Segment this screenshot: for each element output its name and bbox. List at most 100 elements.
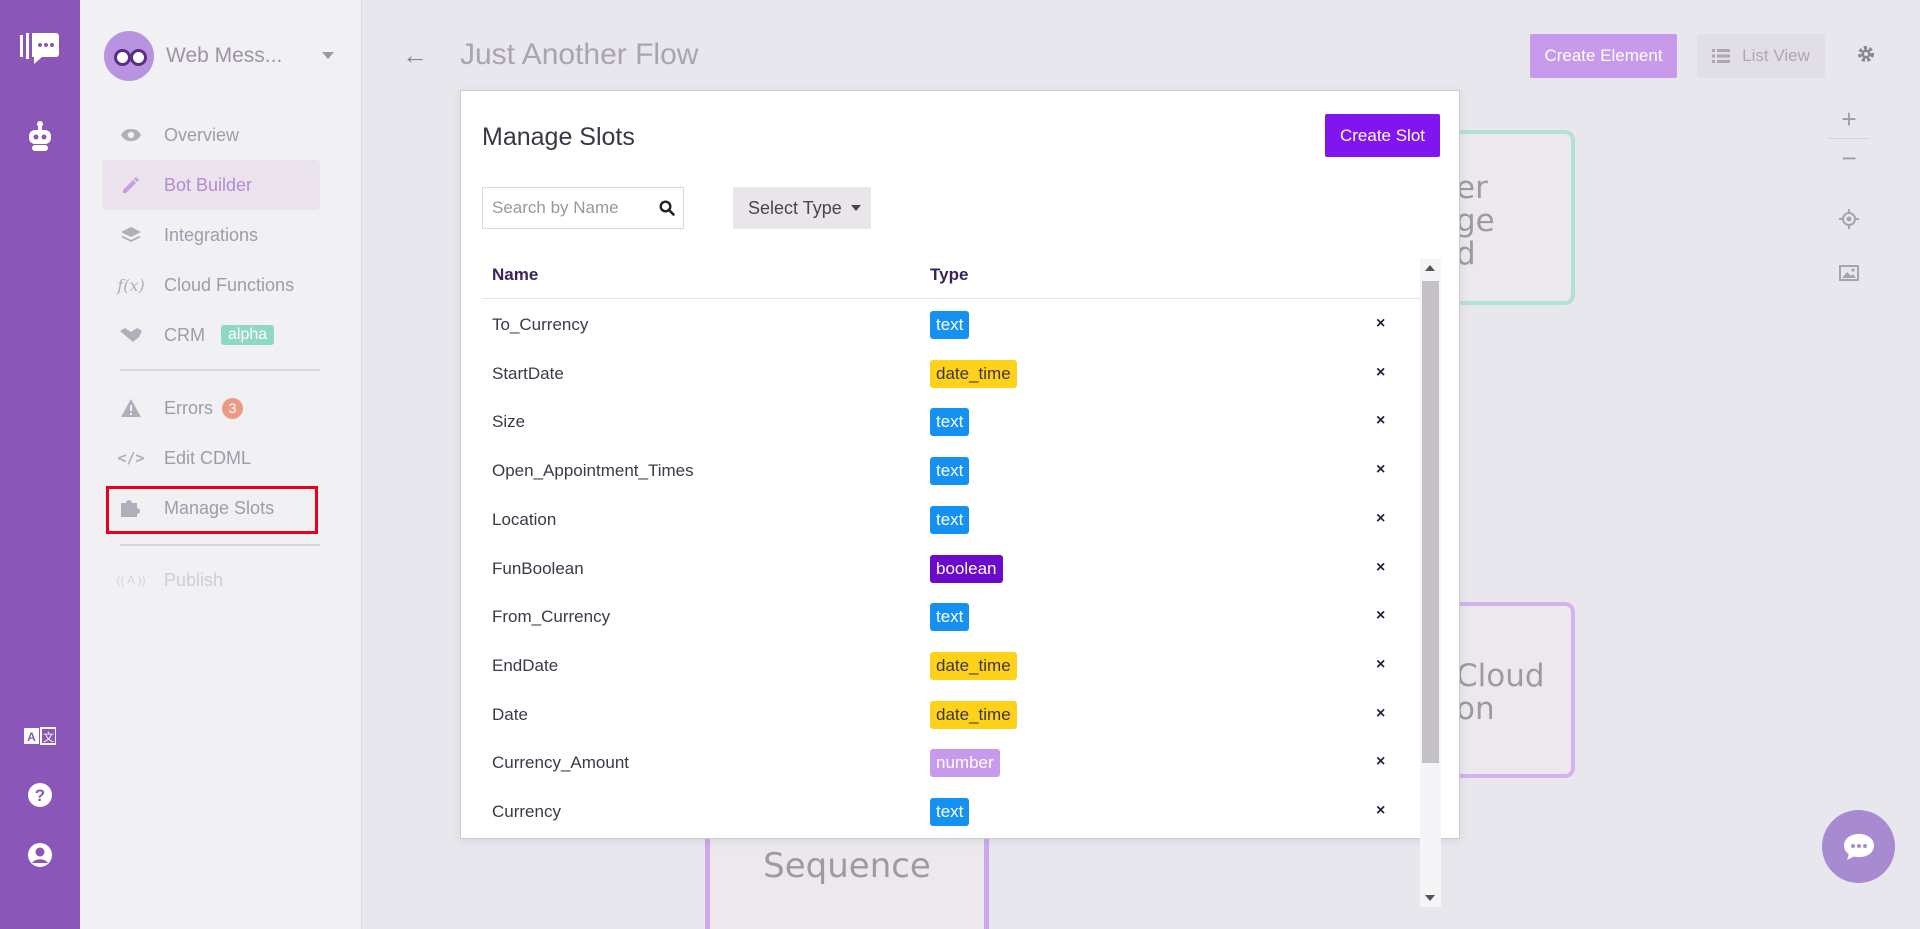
sidebar: Web Mess... Overview Bot Builder Integra… [80,0,362,929]
table-row[interactable]: Open_Appointment_Times text × [482,447,1422,496]
zoom-in-icon[interactable]: + [1828,100,1870,139]
code-icon: </> [117,449,145,467]
slot-name: StartDate [492,363,564,383]
slot-type-badge: number [930,749,1000,778]
slot-type-badge: text [930,798,970,826]
svg-text:文: 文 [43,730,54,744]
chat-widget-button[interactable] [1822,810,1895,883]
delete-slot-icon[interactable]: × [1376,802,1385,820]
delete-slot-icon[interactable]: × [1376,412,1385,430]
slot-name: Date [492,704,528,724]
back-arrow-icon[interactable]: ← [402,40,428,71]
sidebar-item-edit-cdml[interactable]: </> Edit CDML [102,433,320,483]
table-row[interactable]: To_Currency text × [482,301,1422,350]
scroll-up-icon[interactable] [1425,265,1435,271]
page-title: Just Another Flow [460,38,699,71]
create-slot-button[interactable]: Create Slot [1325,114,1440,157]
slot-type-badge: text [930,408,970,437]
delete-slot-icon[interactable]: × [1376,315,1385,333]
table-row[interactable]: Date date_time × [482,691,1422,740]
sidebar-item-bot-builder[interactable]: Bot Builder [102,160,320,210]
table-row[interactable]: Location text × [482,496,1422,545]
slot-name: Open_Appointment_Times [492,461,694,481]
chat-bubble-icon [1843,833,1874,860]
delete-slot-icon[interactable]: × [1376,705,1385,723]
sidebar-item-errors[interactable]: Errors 3 [102,383,320,433]
sidebar-item-overview[interactable]: Overview [102,110,320,160]
slot-type-badge: date_time [930,359,1017,388]
function-icon: f(x) [117,275,145,295]
eye-icon [116,128,146,142]
delete-slot-icon[interactable]: × [1376,607,1385,625]
column-header-name: Name [492,265,539,284]
table-row[interactable]: Currency_Amount number × [482,739,1422,788]
search-box [482,187,684,229]
slot-name: EndDate [492,655,559,675]
slot-type-badge: date_time [930,700,1017,729]
layers-icon [116,226,146,244]
workspace-name: Web Mess... [166,44,283,67]
delete-slot-icon[interactable]: × [1376,753,1385,771]
table-row[interactable]: From_Currency text × [482,593,1422,642]
svg-text:A: A [27,730,36,744]
locate-icon[interactable] [1828,198,1870,240]
list-view-label: List View [1742,46,1810,65]
select-type-label: Select Type [748,197,842,218]
sidebar-item-integrations[interactable]: Integrations [102,210,320,260]
modal-title: Manage Slots [482,123,635,151]
slot-type-badge: date_time [930,651,1017,680]
slot-name: To_Currency [492,315,589,334]
table-row[interactable]: StartDate date_time × [482,350,1422,399]
translate-icon[interactable]: A文 [0,722,80,750]
slot-type-badge: boolean [930,554,1003,583]
sidebar-item-label: Cloud Functions [164,274,295,295]
search-input[interactable] [483,189,651,227]
delete-slot-icon[interactable]: × [1376,656,1385,674]
create-element-button[interactable]: Create Element [1530,34,1677,78]
sidebar-item-label: Publish [164,569,224,590]
sidebar-item-crm[interactable]: CRM alpha [102,310,320,360]
slot-name: FunBoolean [492,558,584,578]
bot-icon[interactable] [0,116,80,156]
flow-node[interactable]: Cloud on [1440,602,1575,778]
flow-node[interactable]: er ge d [1440,130,1575,305]
scroll-thumb[interactable] [1422,281,1439,763]
manage-slots-highlight [106,486,318,534]
manage-slots-modal: Manage Slots Create Slot Select Type Nam… [460,90,1460,907]
zoom-out-icon[interactable]: − [1828,139,1870,178]
errors-count-badge: 3 [222,397,243,419]
user-icon[interactable] [0,840,80,870]
app-rail: A文 ? [0,0,80,929]
table-scrollbar[interactable] [1420,259,1441,907]
sidebar-item-publish[interactable]: (( A )) Publish [102,555,320,605]
search-icon[interactable] [651,200,683,216]
slot-type-badge: text [930,505,970,534]
table-row[interactable]: Size text × [482,398,1422,447]
help-icon[interactable]: ? [0,780,80,810]
list-icon [1712,49,1731,63]
table-row[interactable]: Currency text × [482,788,1422,837]
sidebar-item-label: Bot Builder [164,174,253,195]
zoom-controls: + − [1828,100,1870,178]
select-type-dropdown[interactable]: Select Type [733,187,871,229]
delete-slot-icon[interactable]: × [1376,559,1385,577]
slot-type-badge: text [930,311,970,339]
slot-name: Location [492,509,557,529]
scroll-down-icon[interactable] [1425,895,1435,901]
slots-table: Name Type To_Currency text × StartDate date_… [482,249,1422,905]
gear-icon[interactable] [1856,44,1876,69]
image-export-icon[interactable] [1828,252,1870,294]
broadcast-icon: (( A )) [116,573,146,587]
table-row[interactable]: FunBoolean boolean × [482,545,1422,594]
delete-slot-icon[interactable]: × [1376,461,1385,479]
table-row[interactable]: EndDate date_time × [482,642,1422,691]
slot-type-badge: text [930,457,970,486]
sidebar-item-cloud-functions[interactable]: f(x) Cloud Functions [102,260,320,310]
delete-slot-icon[interactable]: × [1376,510,1385,528]
delete-slot-icon[interactable]: × [1376,364,1385,382]
svg-text:?: ? [35,786,45,805]
workspace-switcher[interactable]: Web Mess... [104,28,344,84]
chat-logo-icon[interactable] [0,24,80,74]
sidebar-item-label: Errors [164,397,213,418]
list-view-button[interactable]: List View [1697,34,1825,78]
